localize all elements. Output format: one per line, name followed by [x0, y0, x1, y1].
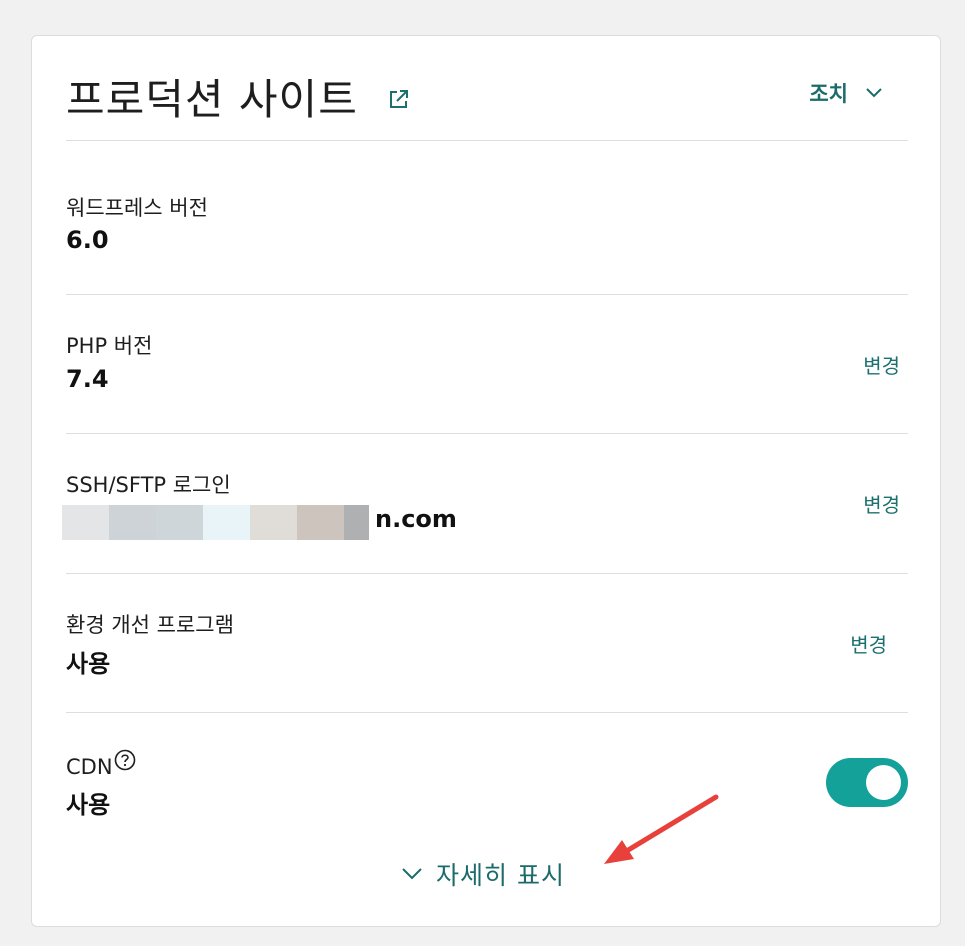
actions-dropdown[interactable]: 조치 — [809, 78, 882, 108]
cdn-value: 사용 — [66, 791, 111, 819]
actions-label: 조치 — [809, 82, 848, 106]
redacted-username — [62, 505, 369, 540]
php-version-row: PHP 버전 7.4 변경 — [66, 295, 908, 434]
ssh-sftp-row: SSH/SFTP 로그인 n.com 변경 — [62, 434, 908, 574]
ssh-sftp-value: n.com — [375, 505, 457, 533]
chevron-down-icon — [866, 88, 882, 98]
ssh-sftp-value-container: n.com — [62, 505, 466, 541]
help-circle-icon[interactable] — [114, 749, 136, 771]
improvement-program-label: 환경 개선 프로그램 — [66, 613, 234, 637]
toggle-knob — [866, 765, 901, 800]
card-header: 프로덕션 사이트 조치 — [66, 36, 908, 141]
php-version-value: 7.4 — [66, 365, 109, 393]
wordpress-version-label: 워드프레스 버전 — [66, 196, 208, 220]
cdn-toggle[interactable] — [826, 758, 908, 807]
production-site-card: 프로덕션 사이트 조치 워드프레스 버전 6.0 PHP 버전 7.4 변경 S… — [31, 35, 941, 927]
ssh-change-link[interactable]: 변경 — [863, 489, 900, 518]
wordpress-version-value: 6.0 — [66, 226, 109, 254]
improvement-program-row: 환경 개선 프로그램 사용 변경 — [66, 574, 908, 713]
show-more-label: 자세히 표시 — [436, 861, 565, 890]
chevron-down-icon — [402, 868, 422, 880]
cdn-label: CDN — [66, 755, 113, 779]
external-link-icon[interactable] — [388, 88, 410, 110]
cdn-label-container: CDN — [66, 749, 136, 779]
show-more-button[interactable]: 자세히 표시 — [402, 856, 565, 892]
cdn-row: CDN 사용 — [66, 713, 908, 833]
improvement-change-link[interactable]: 변경 — [850, 629, 887, 658]
php-change-link[interactable]: 변경 — [863, 350, 900, 379]
page-title: 프로덕션 사이트 — [66, 75, 358, 124]
ssh-sftp-label: SSH/SFTP 로그인 — [66, 473, 231, 497]
php-version-label: PHP 버전 — [66, 334, 153, 358]
wordpress-version-row: 워드프레스 버전 6.0 — [66, 140, 908, 295]
improvement-program-value: 사용 — [66, 650, 111, 678]
